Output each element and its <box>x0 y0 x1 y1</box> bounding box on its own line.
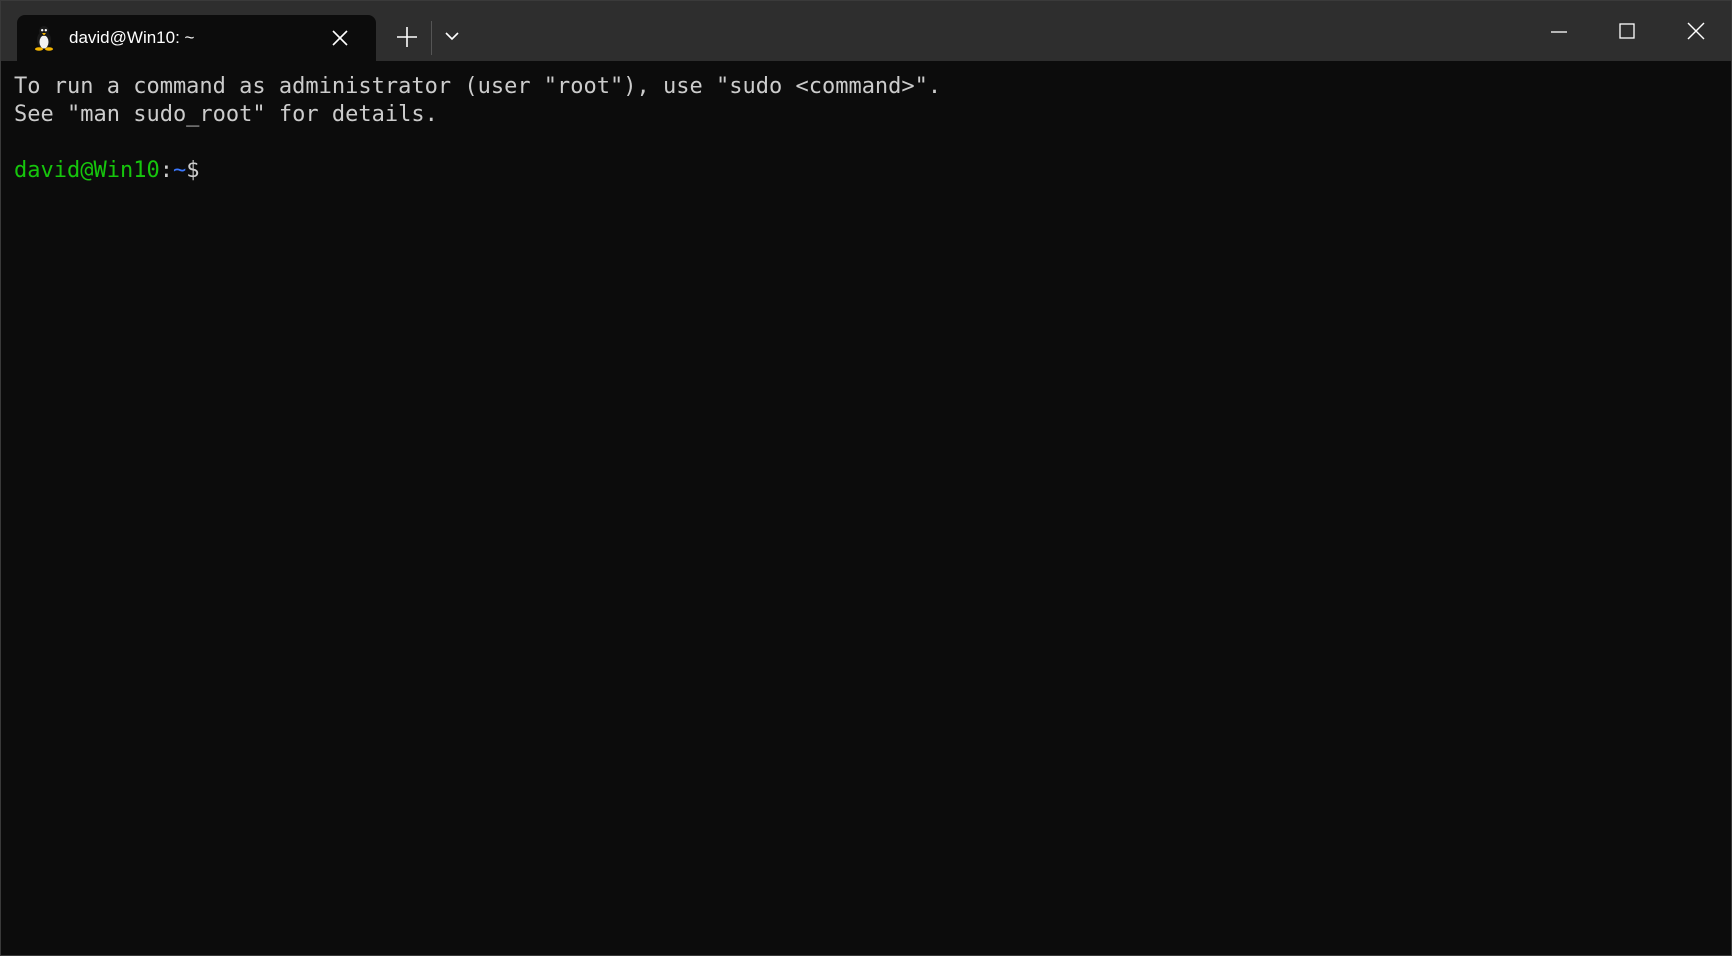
plus-icon <box>397 27 417 47</box>
profiles-dropdown-button[interactable] <box>441 25 463 47</box>
close-icon <box>332 30 348 46</box>
prompt-path: ~ <box>172 158 187 183</box>
minimize-button[interactable] <box>1525 1 1593 61</box>
prompt-sign: $ <box>186 158 200 183</box>
tab-active[interactable]: david@Win10: ~ <box>17 15 376 61</box>
minimize-icon <box>1551 31 1567 33</box>
titlebar-divider <box>431 21 432 55</box>
linux-penguin-icon <box>32 25 56 51</box>
title-bar[interactable]: david@Win10: ~ <box>1 1 1731 61</box>
new-tab-button[interactable] <box>393 23 421 51</box>
terminal-line: To run a command as administrator (user … <box>14 74 942 99</box>
tab-close-button[interactable] <box>329 27 351 49</box>
close-icon <box>1687 22 1705 40</box>
prompt-separator: : <box>159 158 173 183</box>
maximize-button[interactable] <box>1593 1 1661 61</box>
terminal-line: See "man sudo_root" for details. <box>14 102 438 127</box>
tab-title: david@Win10: ~ <box>69 28 195 47</box>
maximize-icon <box>1619 23 1635 39</box>
terminal-output[interactable]: To run a command as administrator (user … <box>14 73 1714 943</box>
terminal-prompt-line[interactable]: david@Win10:~$ <box>14 157 1714 185</box>
window-close-button[interactable] <box>1662 1 1730 61</box>
chevron-down-icon <box>445 32 459 41</box>
terminal-window: david@Win10: ~ To run a command as admin… <box>0 0 1732 956</box>
prompt-user-host: david@Win10 <box>14 158 160 183</box>
